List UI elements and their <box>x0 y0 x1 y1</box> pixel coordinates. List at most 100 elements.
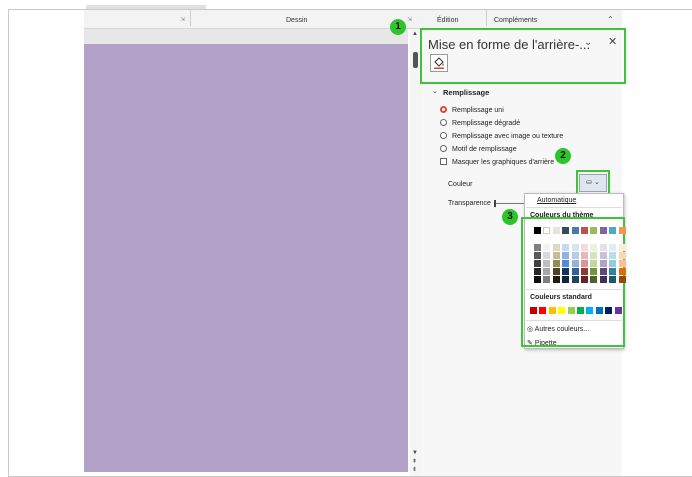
automatic-color-option[interactable]: Automatique <box>537 197 576 204</box>
theme-shade-swatch[interactable] <box>534 276 541 283</box>
theme-shade-swatch[interactable] <box>562 244 570 251</box>
theme-shade-swatch[interactable] <box>618 268 626 275</box>
standard-color-swatch[interactable] <box>539 307 547 314</box>
theme-shade-swatch[interactable] <box>571 268 579 275</box>
theme-shade-swatch[interactable] <box>562 268 570 275</box>
theme-shade-swatch[interactable] <box>581 252 588 259</box>
theme-shade-swatch[interactable] <box>590 268 598 275</box>
theme-shade-swatch[interactable] <box>618 252 626 259</box>
standard-color-swatch[interactable] <box>614 307 622 314</box>
theme-shade-swatch[interactable] <box>562 260 570 267</box>
theme-shade-swatch[interactable] <box>590 276 598 283</box>
theme-shade-swatch[interactable] <box>571 260 579 267</box>
theme-color-swatch[interactable] <box>552 227 560 234</box>
theme-shade-swatch[interactable] <box>609 244 617 251</box>
theme-shade-swatch[interactable] <box>543 268 551 275</box>
theme-shade-swatch[interactable] <box>590 244 598 251</box>
theme-shade-swatch[interactable] <box>543 244 551 251</box>
theme-shade-swatch[interactable] <box>581 244 588 251</box>
dialog-launcher-icon[interactable]: ⇲ <box>407 16 412 23</box>
radio-gradient-fill[interactable]: Remplissage dégradé <box>440 119 520 127</box>
theme-shade-swatch[interactable] <box>571 252 579 259</box>
theme-shade-swatch[interactable] <box>599 260 607 267</box>
theme-shade-swatch[interactable] <box>562 276 570 283</box>
theme-shade-swatch[interactable] <box>534 268 541 275</box>
radio-selected-icon[interactable] <box>440 106 447 113</box>
theme-color-swatch[interactable] <box>618 227 626 234</box>
theme-shade-swatch[interactable] <box>599 244 607 251</box>
radio-solid-fill[interactable]: Remplissage uni <box>440 106 504 114</box>
theme-shade-swatch[interactable] <box>552 268 560 275</box>
standard-color-swatch[interactable] <box>548 307 556 314</box>
theme-color-swatch[interactable] <box>590 227 598 234</box>
theme-shade-swatch[interactable] <box>590 252 598 259</box>
previous-slide-icon[interactable]: ⇞ <box>412 458 417 465</box>
dialog-launcher-icon[interactable]: ⇲ <box>180 16 185 23</box>
theme-shade-swatch[interactable] <box>609 268 617 275</box>
scrollbar-thumb[interactable] <box>413 52 418 68</box>
theme-shade-swatch[interactable] <box>618 276 626 283</box>
theme-color-swatch[interactable] <box>581 227 588 234</box>
theme-shade-swatch[interactable] <box>590 260 598 267</box>
theme-shade-swatch[interactable] <box>543 252 551 259</box>
theme-shade-swatch[interactable] <box>534 260 541 267</box>
standard-color-swatch[interactable] <box>595 307 603 314</box>
radio-pattern-fill[interactable]: Motif de remplissage <box>440 145 517 153</box>
fill-tab-button[interactable] <box>430 54 448 72</box>
collapse-chevron-icon[interactable]: ⌄ <box>432 87 438 95</box>
theme-shade-swatch[interactable] <box>552 260 560 267</box>
theme-shade-swatch[interactable] <box>618 244 626 251</box>
theme-shade-swatch[interactable] <box>543 276 551 283</box>
theme-shade-swatch[interactable] <box>599 252 607 259</box>
standard-color-swatch[interactable] <box>586 307 594 314</box>
theme-shade-swatch[interactable] <box>581 276 588 283</box>
theme-shade-swatch[interactable] <box>534 252 541 259</box>
theme-shade-swatch[interactable] <box>534 244 541 251</box>
theme-color-swatch[interactable] <box>599 227 607 234</box>
checkbox-icon[interactable] <box>440 158 447 165</box>
transparency-slider[interactable] <box>494 203 524 204</box>
theme-shade-swatch[interactable] <box>571 276 579 283</box>
theme-color-swatch[interactable] <box>562 227 570 234</box>
theme-color-swatch[interactable] <box>543 227 551 234</box>
radio-icon[interactable] <box>440 145 447 152</box>
radio-picture-fill[interactable]: Remplissage avec image ou texture <box>440 132 563 140</box>
checkbox-hide-graphics[interactable]: Masquer les graphiques d'arrière <box>440 158 554 166</box>
next-slide-icon[interactable]: ⇟ <box>412 466 417 473</box>
theme-shade-swatch[interactable] <box>552 244 560 251</box>
theme-color-swatch[interactable] <box>534 227 541 234</box>
vertical-scrollbar[interactable] <box>410 29 422 477</box>
theme-shade-swatch[interactable] <box>581 268 588 275</box>
theme-shade-swatch[interactable] <box>609 252 617 259</box>
standard-color-swatch[interactable] <box>567 307 575 314</box>
theme-shade-swatch[interactable] <box>552 276 560 283</box>
standard-color-swatch[interactable] <box>558 307 566 314</box>
standard-color-swatch[interactable] <box>605 307 613 314</box>
theme-shade-swatch[interactable] <box>618 260 626 267</box>
theme-shade-swatch[interactable] <box>581 260 588 267</box>
theme-color-swatch[interactable] <box>609 227 617 234</box>
close-icon[interactable]: ✕ <box>608 35 617 48</box>
theme-shade-swatch[interactable] <box>543 260 551 267</box>
color-label: Couleur <box>448 181 473 188</box>
chevron-down-icon[interactable]: ⌄ <box>584 37 592 48</box>
section-remplissage[interactable]: Remplissage <box>443 88 489 97</box>
radio-icon[interactable] <box>440 132 447 139</box>
slide-canvas[interactable] <box>84 44 408 472</box>
scroll-down-icon[interactable]: ▼ <box>412 450 418 456</box>
standard-color-swatch[interactable] <box>577 307 584 314</box>
theme-shade-swatch[interactable] <box>599 276 607 283</box>
color-picker-button[interactable]: ⛀ ⌄ <box>579 174 607 192</box>
theme-shade-swatch[interactable] <box>571 244 579 251</box>
theme-shade-swatch[interactable] <box>552 252 560 259</box>
theme-color-swatch[interactable] <box>571 227 579 234</box>
radio-icon[interactable] <box>440 119 447 126</box>
chevron-up-icon[interactable]: ⌃ <box>607 15 614 24</box>
theme-shade-swatch[interactable] <box>609 260 617 267</box>
theme-shade-swatch[interactable] <box>609 276 617 283</box>
slider-thumb[interactable] <box>494 200 496 207</box>
theme-shade-swatch[interactable] <box>562 252 570 259</box>
scroll-up-icon[interactable]: ▲ <box>412 31 418 37</box>
standard-color-swatch[interactable] <box>530 307 537 314</box>
theme-shade-swatch[interactable] <box>599 268 607 275</box>
